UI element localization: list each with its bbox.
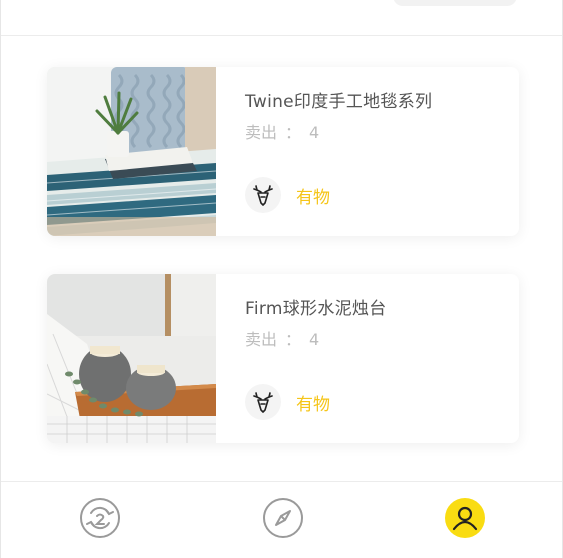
product-card[interactable]: Twine印度手工地毯系列 卖出 ： 4 有物 (47, 67, 519, 236)
bottom-tab-bar (1, 482, 562, 558)
tab-refresh[interactable] (79, 497, 121, 543)
sold-label: 卖出 (245, 123, 278, 142)
user-icon (444, 497, 486, 543)
sold-label: 卖出 (245, 330, 278, 349)
sold-separator: ： (285, 123, 302, 142)
deer-logo-icon (245, 177, 281, 213)
deer-logo-icon (245, 384, 281, 420)
top-search-pill[interactable] (393, 0, 517, 6)
woven-rug-photo (47, 67, 216, 236)
brand-link[interactable]: 有物 (245, 177, 330, 213)
brand-name: 有物 (296, 187, 330, 208)
product-card[interactable]: Firm球形水泥烛台 卖出 ： 4 有物 (47, 274, 519, 443)
product-title[interactable]: Firm球形水泥烛台 (245, 294, 387, 319)
app-screen: Twine印度手工地毯系列 卖出 ： 4 有物 Firm球形水泥烛台 卖出 ： 4… (0, 0, 563, 558)
product-info: Twine印度手工地毯系列 卖出 ： 4 有物 (245, 67, 507, 236)
sold-value: 4 (309, 330, 320, 349)
brand-link[interactable]: 有物 (245, 384, 330, 420)
concrete-candle-holder-photo (47, 274, 216, 443)
brand-name: 有物 (296, 394, 330, 415)
header-divider (1, 35, 562, 36)
product-info: Firm球形水泥烛台 卖出 ： 4 有物 (245, 274, 507, 443)
tab-profile[interactable] (444, 497, 486, 543)
sold-value: 4 (309, 123, 320, 142)
sold-count: 卖出 ： 4 (245, 326, 319, 350)
sold-separator: ： (285, 330, 302, 349)
compass-icon (262, 497, 304, 543)
sold-count: 卖出 ： 4 (245, 119, 319, 143)
refresh-icon (79, 497, 121, 543)
tab-discover[interactable] (262, 497, 304, 543)
product-title[interactable]: Twine印度手工地毯系列 (245, 87, 432, 112)
